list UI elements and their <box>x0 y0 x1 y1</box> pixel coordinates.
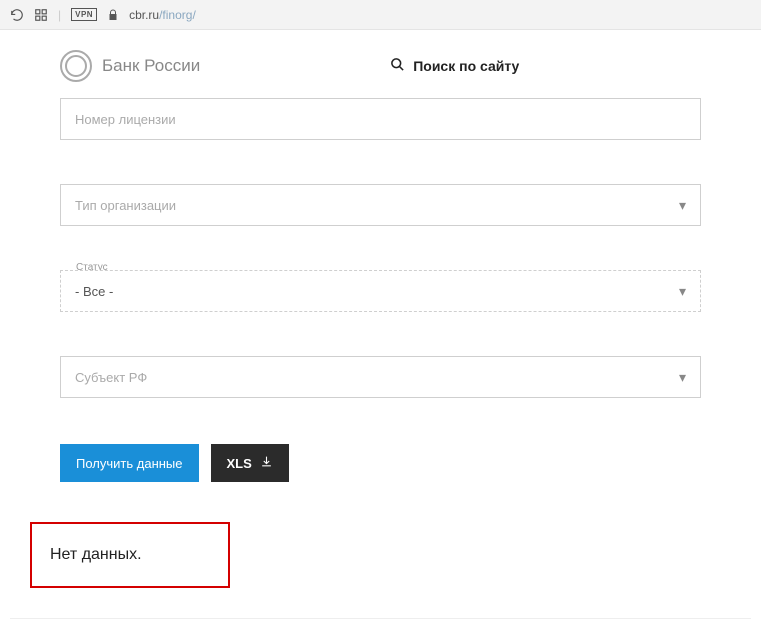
organization-type-select[interactable]: Тип организации ▾ <box>60 184 701 226</box>
input-placeholder: Номер лицензии <box>75 112 176 127</box>
site-search-label: Поиск по сайту <box>413 58 519 74</box>
lock-icon <box>107 9 119 21</box>
vpn-badge[interactable]: VPN <box>71 8 97 21</box>
chevron-down-icon: ▾ <box>679 197 686 214</box>
submit-button-label: Получить данные <box>76 456 183 471</box>
chevron-down-icon: ▾ <box>679 369 686 386</box>
apps-grid-icon[interactable] <box>34 8 48 22</box>
browser-toolbar: | VPN cbr.ru/finorg/ <box>0 0 761 30</box>
status-value: - Все - <box>75 284 113 299</box>
region-select[interactable]: Субъект РФ ▾ <box>60 356 701 398</box>
emblem-icon <box>60 50 92 82</box>
select-placeholder: Субъект РФ <box>75 370 147 385</box>
site-search[interactable]: Поиск по сайту <box>390 57 519 75</box>
select-placeholder: Тип организации <box>75 198 176 213</box>
toolbar-divider: | <box>58 8 61 22</box>
site-logo[interactable]: Банк России <box>60 50 200 82</box>
address-bar[interactable]: cbr.ru/finorg/ <box>129 8 196 22</box>
search-icon <box>390 57 405 75</box>
url-host: cbr.ru <box>129 8 159 22</box>
site-name: Банк России <box>102 56 200 76</box>
download-icon <box>260 455 273 471</box>
chevron-down-icon: ▾ <box>679 283 686 300</box>
submit-button[interactable]: Получить данные <box>60 444 199 482</box>
export-xls-label: XLS <box>227 456 252 471</box>
license-number-input[interactable]: Номер лицензии <box>60 98 701 140</box>
results-message-box: Нет данных. <box>30 522 230 588</box>
url-path: /finorg/ <box>159 8 196 22</box>
site-header: Банк России Поиск по сайту <box>10 30 751 92</box>
status-select[interactable]: - Все - ▾ <box>60 270 701 312</box>
no-data-message: Нет данных. <box>50 546 142 563</box>
export-xls-button[interactable]: XLS <box>211 444 289 482</box>
reload-icon[interactable] <box>10 8 24 22</box>
